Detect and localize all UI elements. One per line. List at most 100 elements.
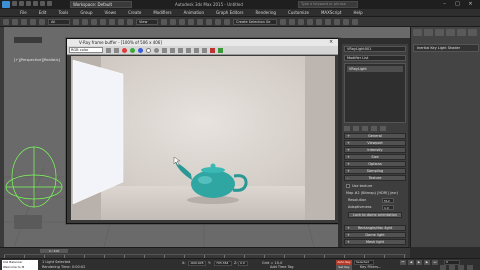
snaps-icon[interactable] — [188, 18, 194, 25]
channel-select[interactable]: RGB color — [69, 47, 103, 53]
menu-group[interactable]: Group — [80, 9, 92, 17]
go-to-end-icon[interactable]: ⏭ — [432, 260, 438, 265]
resolution-spinner[interactable]: 512 — [382, 198, 394, 203]
maximize-icon[interactable]: □ — [453, 1, 462, 8]
rollout-texture[interactable]: - Texture — [344, 175, 406, 181]
angle-snap-icon[interactable] — [197, 18, 203, 25]
set-key-button[interactable]: Set Key — [336, 265, 352, 270]
object-name-field[interactable]: VRayLight001 — [344, 46, 406, 52]
motion-tab-icon[interactable] — [446, 29, 455, 36]
make-unique-icon[interactable] — [362, 126, 368, 131]
redo-icon[interactable] — [40, 1, 45, 6]
time-slider[interactable]: 0 / 100 — [40, 249, 68, 253]
vfb-close-icon[interactable]: × — [329, 39, 333, 46]
key-filters-button[interactable]: Key Filters... — [360, 265, 381, 270]
select-object-icon[interactable] — [73, 18, 79, 25]
edit-named-sel-icon[interactable] — [224, 18, 230, 25]
blue-channel-icon[interactable] — [138, 47, 143, 53]
menu-views[interactable]: Views — [105, 9, 117, 17]
previous-frame-icon[interactable]: ◀ — [408, 260, 414, 265]
mirror-icon[interactable] — [280, 18, 286, 25]
green-channel-icon[interactable] — [130, 47, 135, 53]
viewport-label[interactable]: [+][Perspective][Realistic] — [14, 58, 60, 62]
rollout-dome-light[interactable]: + Dome light — [344, 232, 406, 238]
z-coordinate-field[interactable]: 0.0 — [238, 261, 248, 266]
mono-channel-icon[interactable] — [154, 47, 159, 53]
new-file-icon[interactable] — [12, 1, 17, 6]
y-coordinate-field[interactable]: 795.364 — [214, 261, 232, 266]
use-texture-checkbox[interactable] — [346, 184, 350, 188]
x-coordinate-field[interactable]: -609.405 — [188, 261, 206, 266]
rect-selection-icon[interactable] — [91, 18, 97, 25]
menu-edit[interactable]: Edit — [39, 9, 47, 17]
undo-icon[interactable] — [3, 18, 9, 25]
modify-tab-icon[interactable] — [424, 29, 433, 36]
align-icon[interactable] — [289, 18, 295, 25]
app-logo-icon[interactable] — [2, 1, 10, 8]
save-to-history-icon[interactable] — [162, 47, 167, 53]
named-selection-select[interactable]: Create Selection Se — [233, 18, 277, 25]
render-setup-icon[interactable] — [334, 18, 340, 25]
keyboard-shortcut-icon[interactable] — [179, 18, 185, 25]
rollout-size[interactable]: + Size — [344, 154, 406, 160]
display-tab-icon[interactable] — [457, 29, 466, 36]
next-frame-icon[interactable]: ▶ — [424, 260, 430, 265]
project-folder-icon[interactable] — [47, 1, 52, 6]
close-icon[interactable]: × — [466, 1, 475, 8]
pivot-icon[interactable] — [161, 18, 167, 25]
menu-help[interactable]: Help — [353, 9, 362, 17]
selection-filter-select[interactable]: All — [48, 18, 70, 25]
rendered-frame-icon[interactable] — [343, 18, 349, 25]
adaptiveness-spinner[interactable]: 1.0 — [382, 205, 394, 210]
menu-maxscript[interactable]: MAXScript — [321, 9, 342, 17]
rollout-general[interactable]: + General — [344, 133, 406, 139]
menu-customize[interactable]: Customize — [288, 9, 309, 17]
menu-tools[interactable]: Tools — [58, 9, 68, 17]
zoom-icon[interactable] — [440, 265, 446, 270]
shader-item[interactable]: Inertial Key Light Shader — [413, 44, 479, 52]
go-to-start-icon[interactable]: ⏮ — [400, 260, 406, 265]
search-input[interactable]: Type a keyword or phrase — [298, 1, 358, 8]
schematic-view-icon[interactable] — [316, 18, 322, 25]
add-time-tag[interactable]: Add Time Tag — [270, 265, 294, 270]
rollout-options[interactable]: + Options — [344, 161, 406, 167]
move-icon[interactable] — [109, 18, 115, 25]
remove-modifier-icon[interactable] — [371, 126, 377, 131]
layer-explorer-icon[interactable] — [298, 18, 304, 25]
pan-icon[interactable] — [458, 265, 464, 270]
configure-sets-icon[interactable] — [380, 126, 386, 131]
region-render-icon[interactable] — [186, 47, 191, 53]
workspace-select[interactable]: Workspace: Default — [70, 1, 132, 8]
rollout-intensity[interactable]: + Intensity — [344, 147, 406, 153]
orbit-icon[interactable] — [467, 265, 473, 270]
manipulate-icon[interactable] — [170, 18, 176, 25]
clear-image-icon[interactable] — [114, 47, 119, 53]
menu-create[interactable]: Create — [128, 9, 141, 17]
render-icon[interactable] — [352, 18, 358, 25]
minimize-icon[interactable]: – — [440, 1, 449, 8]
bind-space-warp-icon[interactable] — [39, 18, 45, 25]
menu-graph-editors[interactable]: Graph Editors — [216, 9, 243, 17]
track-mouse-icon[interactable] — [202, 47, 207, 53]
material-editor-icon[interactable] — [325, 18, 331, 25]
copy-to-max-icon[interactable] — [178, 47, 183, 53]
menu-rendering[interactable]: Rendering — [256, 9, 276, 17]
load-image-icon[interactable] — [170, 47, 175, 53]
save-image-icon[interactable] — [106, 47, 111, 53]
show-end-result-icon[interactable] — [353, 126, 359, 131]
utilities-tab-icon[interactable] — [468, 29, 477, 36]
link-icon[interactable] — [21, 18, 27, 25]
red-channel-icon[interactable] — [122, 47, 127, 53]
open-file-icon[interactable] — [19, 1, 24, 6]
zoom-all-icon[interactable] — [449, 265, 455, 270]
modifier-list-select[interactable]: Modifier List — [344, 55, 406, 61]
select-by-name-icon[interactable] — [82, 18, 88, 25]
menu-modifiers[interactable]: Modifiers — [153, 9, 171, 17]
scale-icon[interactable] — [127, 18, 133, 25]
create-tab-icon[interactable] — [413, 29, 422, 36]
play-icon[interactable]: ▶ — [416, 260, 422, 265]
menu-animation[interactable]: Animation — [184, 9, 204, 17]
pin-stack-icon[interactable] — [344, 126, 350, 131]
hierarchy-tab-icon[interactable] — [435, 29, 444, 36]
menu-file[interactable]: File — [20, 9, 27, 17]
